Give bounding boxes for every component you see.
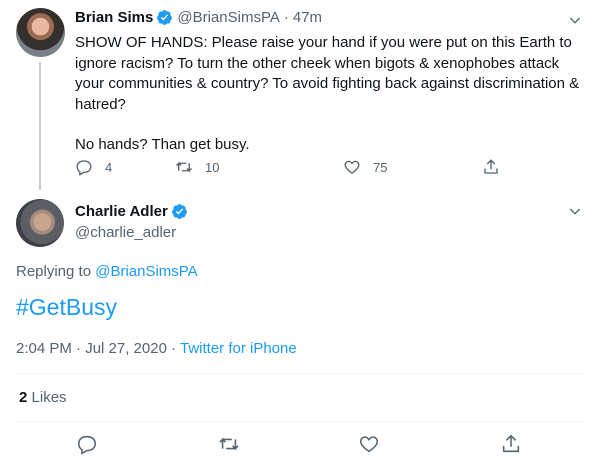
replying-prefix: Replying to [16,263,92,280]
parent-tweet-header: Brian Sims @BrianSimsPA · 47m [75,9,322,26]
like-count: 75 [373,159,388,175]
parent-tweet-paragraph-1: SHOW OF HANDS: Please raise your hand if… [75,34,580,113]
parent-tweet-text: SHOW OF HANDS: Please raise your hand if… [75,33,580,156]
retweet-icon[interactable] [218,433,240,455]
tweet-timestamp[interactable]: 2:04 PM · Jul 27, 2020 · [16,340,180,357]
parent-tweet-time[interactable]: 47m [293,9,322,26]
reply-count: 4 [105,159,113,175]
chevron-down-icon[interactable] [567,12,583,28]
avatar-charlie-adler[interactable] [16,199,64,247]
like-button[interactable]: 75 [343,158,387,176]
parent-author-handle[interactable]: @BrianSimsPA [177,9,279,26]
parent-tweet[interactable]: Brian Sims @BrianSimsPA · 47m SHOW OF HA… [0,0,598,190]
likes-count: 2 [19,389,28,406]
main-author-handle[interactable]: @charlie_adler [75,224,176,241]
like-icon[interactable] [358,433,380,455]
main-author-name-row[interactable]: Charlie Adler [75,203,192,220]
replying-to-link[interactable]: @BrianSimsPA [95,263,197,280]
retweet-button[interactable]: 10 [175,158,219,176]
share-icon [484,159,498,174]
main-tweet-header: Charlie Adler @charlie_adler [16,199,582,249]
avatar-brian-sims[interactable] [16,8,65,57]
chevron-down-icon[interactable] [567,203,583,219]
reply-icon[interactable] [76,433,98,455]
reply-icon [76,160,92,176]
main-author-name[interactable]: Charlie Adler [75,203,168,220]
likes-summary[interactable]: 2 Likes [19,389,67,406]
hashtag-link[interactable]: #GetBusy [16,294,117,321]
share-icon[interactable] [500,433,522,455]
replying-to-line: Replying to @BrianSimsPA [16,263,198,280]
verified-badge-icon [157,10,173,25]
reply-button[interactable]: 4 [75,158,112,176]
separator-dot: · [283,9,289,26]
likes-label: Likes [31,389,67,406]
tweet-source-link[interactable]: Twitter for iPhone [180,340,297,357]
divider [16,373,582,374]
like-icon [344,160,360,174]
parent-tweet-paragraph-2: No hands? Than get busy. [75,136,250,153]
share-button[interactable] [482,158,512,176]
retweet-icon [176,161,192,173]
verified-badge-icon [171,204,187,219]
tweet-meta: 2:04 PM · Jul 27, 2020 · Twitter for iPh… [16,340,297,357]
thread-connector-line [39,62,41,190]
parent-tweet-actions: 4 10 75 [75,158,505,180]
retweet-count: 10 [205,159,220,175]
main-tweet-actions [0,433,598,461]
divider [16,421,582,422]
parent-author-name[interactable]: Brian Sims [75,9,153,26]
